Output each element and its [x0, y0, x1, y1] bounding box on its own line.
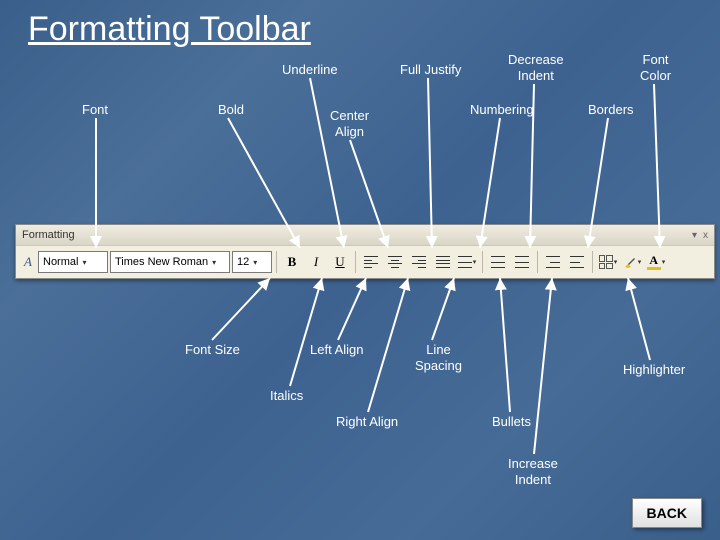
borders-button[interactable]: ▾: [597, 251, 619, 273]
italic-button[interactable]: I: [305, 251, 327, 273]
label-font: Font: [82, 102, 108, 118]
back-button[interactable]: BACK: [632, 498, 702, 528]
label-right-align: Right Align: [336, 414, 398, 430]
formatting-toolbar: Formatting ▾ x A Normal▾ Times New Roman…: [15, 224, 715, 279]
label-bold: Bold: [218, 102, 244, 118]
align-justify-button[interactable]: [432, 251, 454, 273]
highlighter-icon: [623, 255, 637, 269]
line-spacing-icon: [458, 256, 472, 268]
label-increase-indent: IncreaseIndent: [508, 456, 558, 487]
label-line-spacing: LineSpacing: [415, 342, 462, 373]
label-font-size: Font Size: [185, 342, 240, 358]
align-center-icon: [388, 256, 402, 268]
bullets-button[interactable]: [511, 251, 533, 273]
decrease-indent-button[interactable]: [542, 251, 564, 273]
toolbar-menu-icon[interactable]: ▾: [692, 230, 697, 241]
label-center-align: CenterAlign: [330, 108, 369, 139]
increase-indent-button[interactable]: [566, 251, 588, 273]
toolbar-close-icon[interactable]: x: [703, 230, 708, 241]
align-right-button[interactable]: [408, 251, 430, 273]
toolbar-header-label: Formatting: [22, 229, 75, 241]
increase-indent-icon: [570, 256, 584, 268]
numbering-icon: [491, 256, 505, 268]
style-icon[interactable]: A: [20, 254, 36, 270]
align-center-button[interactable]: [384, 251, 406, 273]
font-dropdown[interactable]: Times New Roman▾: [110, 251, 230, 273]
label-full-justify: Full Justify: [400, 62, 461, 78]
label-decrease-indent: DecreaseIndent: [508, 52, 564, 83]
borders-icon: [599, 255, 613, 269]
label-italics: Italics: [270, 388, 303, 404]
align-justify-icon: [436, 256, 450, 268]
align-right-icon: [412, 256, 426, 268]
highlighter-button[interactable]: ▾: [621, 251, 643, 273]
page-title: Formatting Toolbar: [28, 10, 311, 49]
toolbar-window-controls: ▾ x: [692, 230, 708, 241]
align-left-button[interactable]: [360, 251, 382, 273]
style-dropdown[interactable]: Normal▾: [38, 251, 108, 273]
label-highlighter: Highlighter: [623, 362, 685, 378]
font-color-icon: A: [647, 254, 661, 270]
label-numbering: Numbering: [470, 102, 534, 118]
numbering-button[interactable]: [487, 251, 509, 273]
toolbar-row: A Normal▾ Times New Roman▾ 12▾ B I U: [16, 245, 714, 278]
label-borders: Borders: [588, 102, 634, 118]
underline-button[interactable]: U: [329, 251, 351, 273]
font-size-dropdown[interactable]: 12▾: [232, 251, 272, 273]
label-bullets: Bullets: [492, 414, 531, 430]
label-left-align: Left Align: [310, 342, 364, 358]
bullets-icon: [515, 256, 529, 268]
align-left-icon: [364, 256, 378, 268]
decrease-indent-icon: [546, 256, 560, 268]
line-spacing-button[interactable]: ▾: [456, 251, 478, 273]
label-font-color: FontColor: [640, 52, 671, 83]
label-underline: Underline: [282, 62, 338, 78]
toolbar-header-row: Formatting ▾ x: [16, 225, 714, 245]
bold-button[interactable]: B: [281, 251, 303, 273]
font-color-button[interactable]: A ▾: [645, 251, 667, 273]
